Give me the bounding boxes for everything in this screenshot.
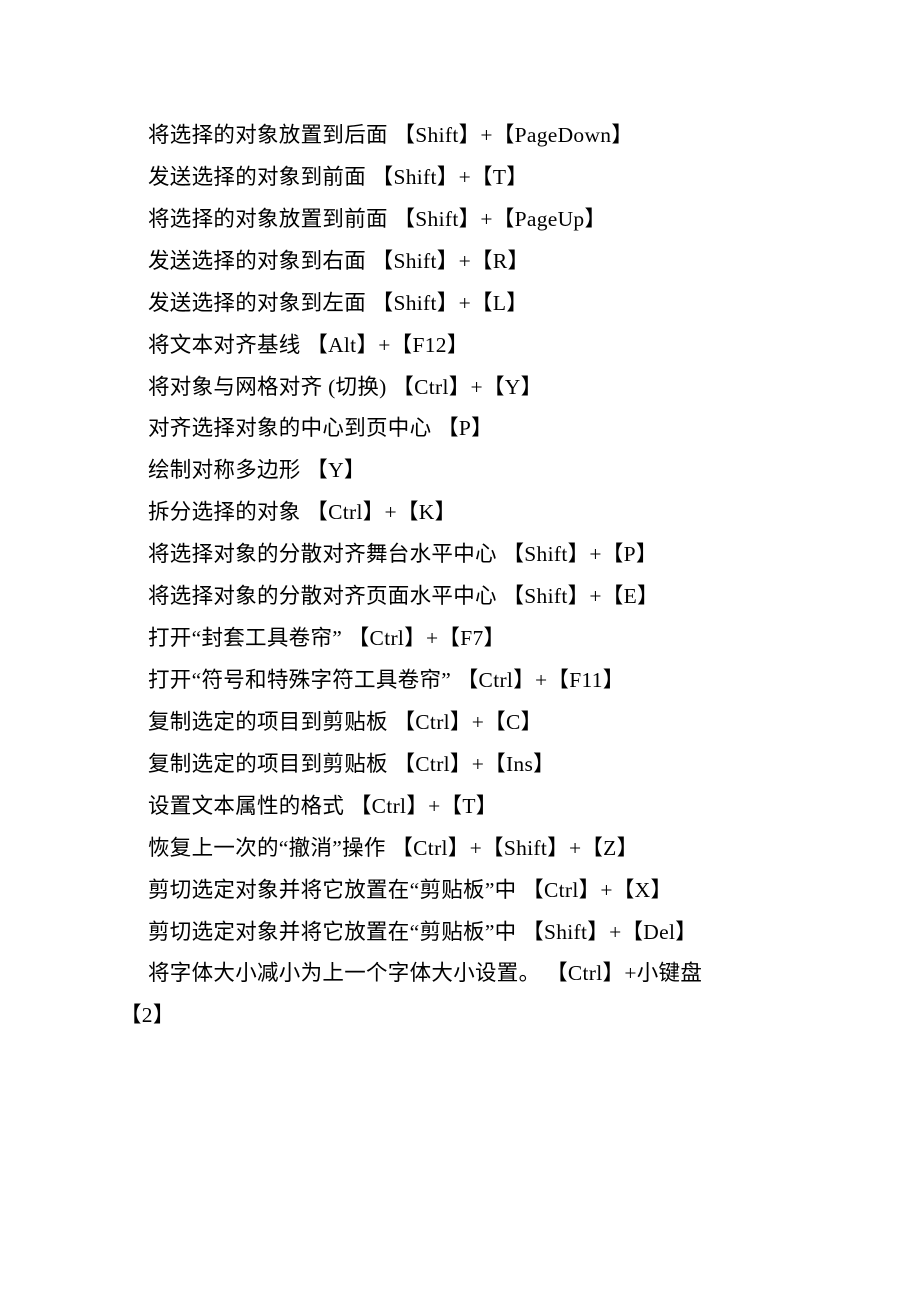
shortcut-line: 将对象与网格对齐 (切换) 【Ctrl】+【Y】 (120, 367, 800, 409)
shortcut-line: 将选择的对象放置到前面 【Shift】+【PageUp】 (120, 199, 800, 241)
shortcut-line: 打开“封套工具卷帘” 【Ctrl】+【F7】 (120, 618, 800, 660)
shortcut-line: 发送选择的对象到右面 【Shift】+【R】 (120, 241, 800, 283)
shortcut-line: 将字体大小减小为上一个字体大小设置。 【Ctrl】+小键盘 (120, 953, 800, 995)
document-content: 将选择的对象放置到后面 【Shift】+【PageDown】 发送选择的对象到前… (120, 115, 800, 1037)
shortcut-line: 设置文本属性的格式 【Ctrl】+【T】 (120, 786, 800, 828)
shortcut-line: 将选择对象的分散对齐舞台水平中心 【Shift】+【P】 (120, 534, 800, 576)
shortcut-line-continuation: 【2】 (120, 995, 800, 1037)
shortcut-line: 恢复上一次的“撤消”操作 【Ctrl】+【Shift】+【Z】 (120, 828, 800, 870)
shortcut-line: 对齐选择对象的中心到页中心 【P】 (120, 408, 800, 450)
shortcut-line: 复制选定的项目到剪贴板 【Ctrl】+【Ins】 (120, 744, 800, 786)
shortcut-line: 拆分选择的对象 【Ctrl】+【K】 (120, 492, 800, 534)
shortcut-line: 剪切选定对象并将它放置在“剪贴板”中 【Ctrl】+【X】 (120, 870, 800, 912)
shortcut-line: 将选择的对象放置到后面 【Shift】+【PageDown】 (120, 115, 800, 157)
shortcut-line: 发送选择的对象到左面 【Shift】+【L】 (120, 283, 800, 325)
shortcut-line: 将文本对齐基线 【Alt】+【F12】 (120, 325, 800, 367)
shortcut-line: 打开“符号和特殊字符工具卷帘” 【Ctrl】+【F11】 (120, 660, 800, 702)
shortcut-line: 发送选择的对象到前面 【Shift】+【T】 (120, 157, 800, 199)
shortcut-line: 将选择对象的分散对齐页面水平中心 【Shift】+【E】 (120, 576, 800, 618)
shortcut-line: 绘制对称多边形 【Y】 (120, 450, 800, 492)
shortcut-line: 复制选定的项目到剪贴板 【Ctrl】+【C】 (120, 702, 800, 744)
shortcut-line: 剪切选定对象并将它放置在“剪贴板”中 【Shift】+【Del】 (120, 912, 800, 954)
